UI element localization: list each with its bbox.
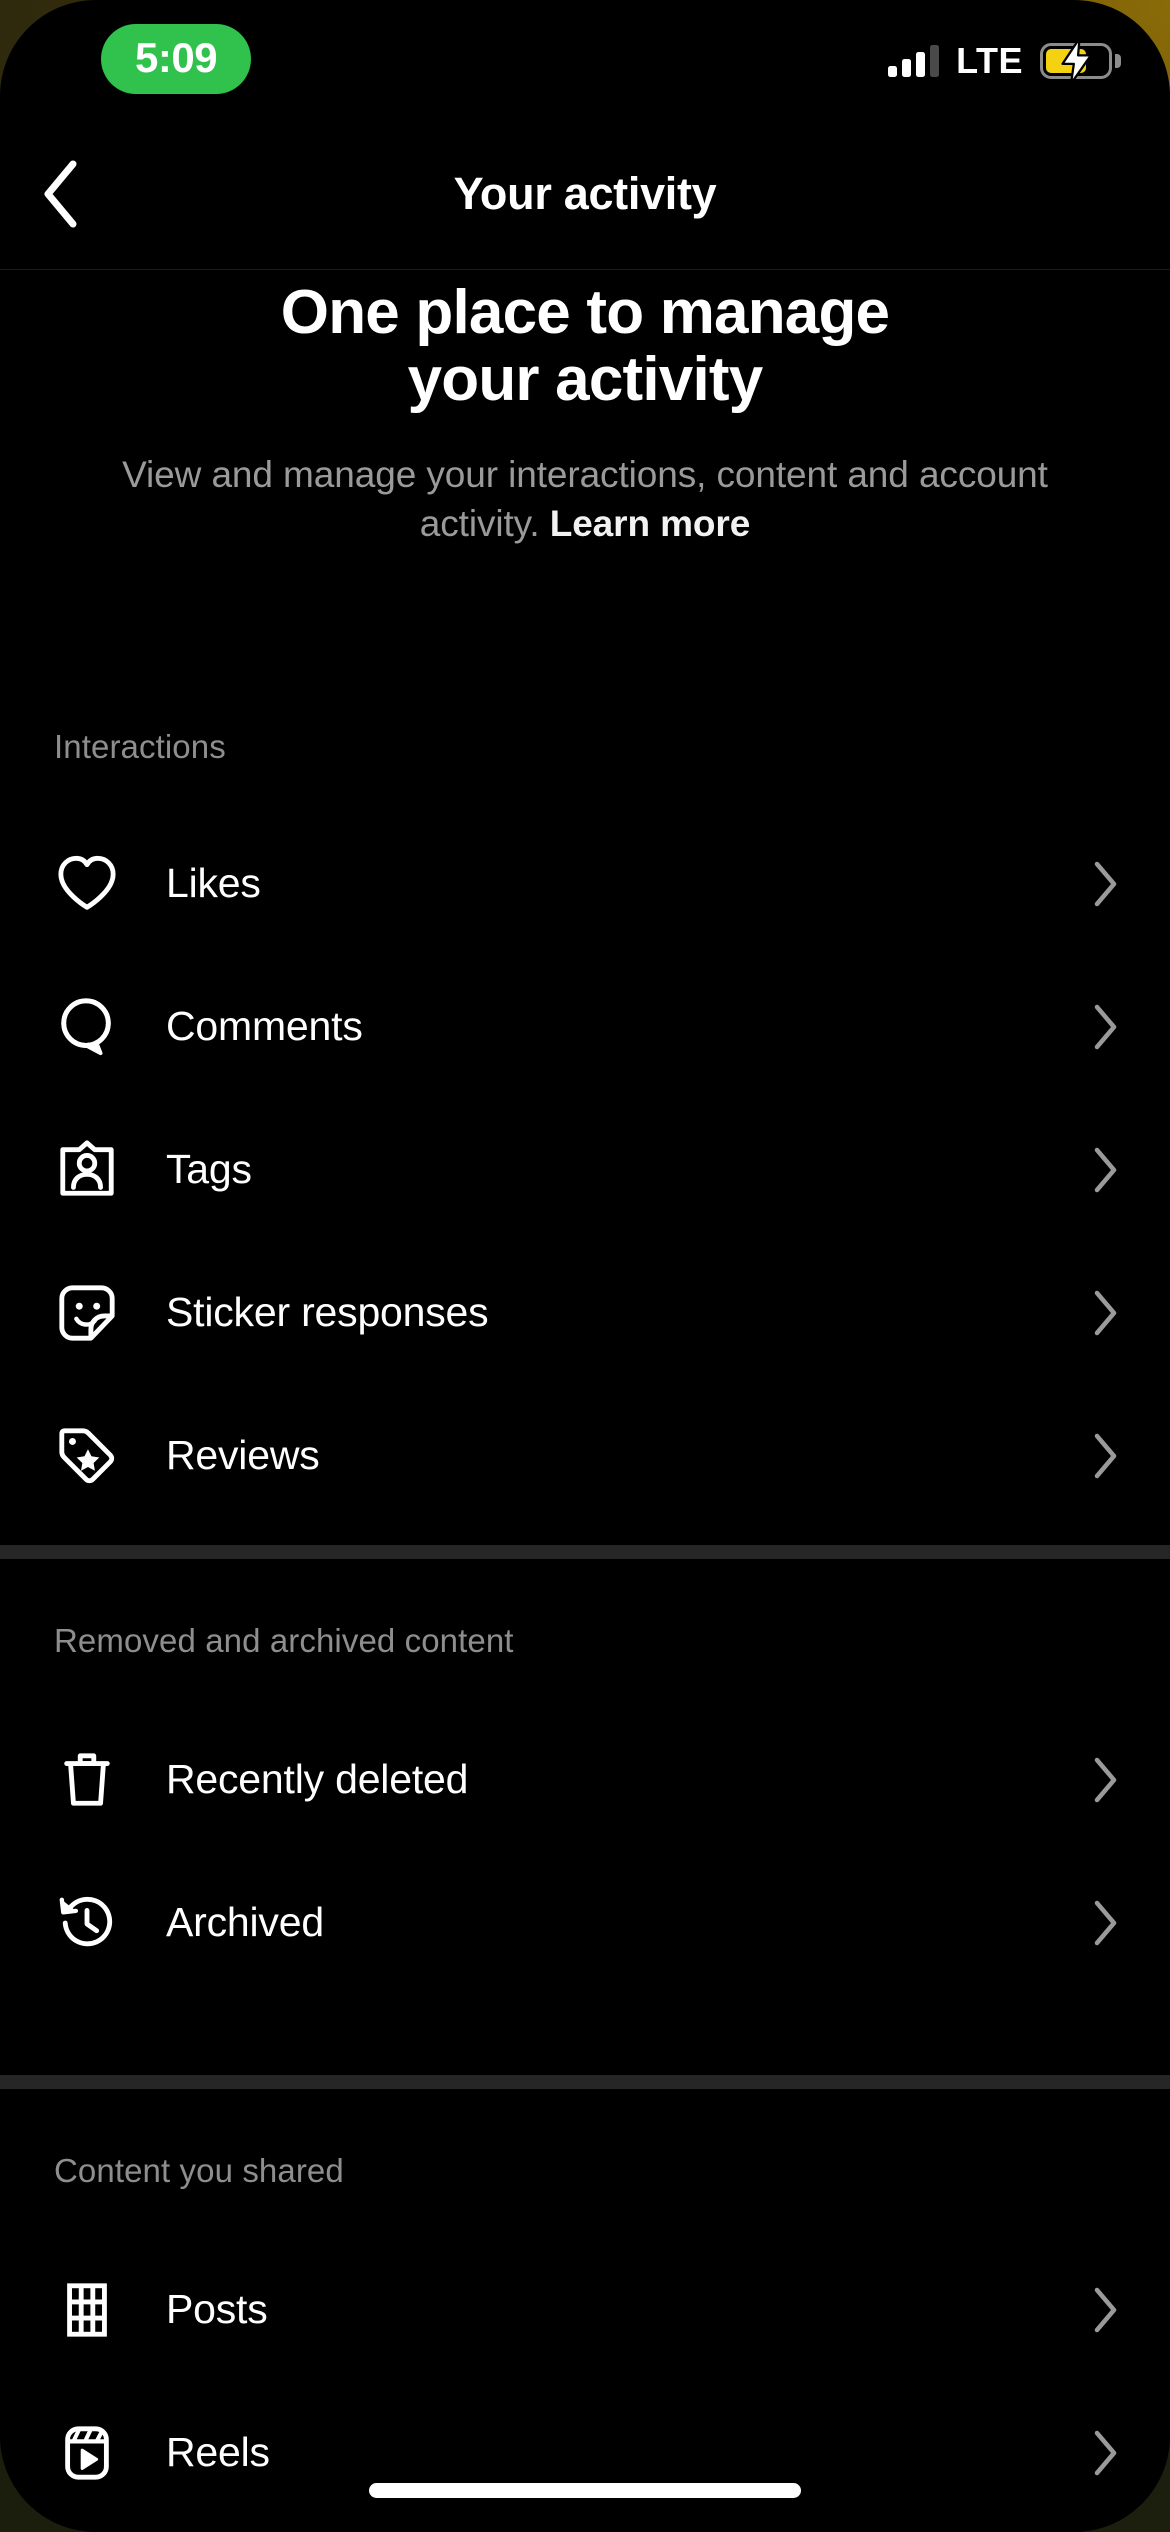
clock-history-icon: [54, 1890, 120, 1956]
hero-block: One place to manage your activity View a…: [0, 278, 1170, 548]
chevron-right-icon: [1084, 1147, 1128, 1192]
signal-icon: [888, 45, 940, 77]
battery-charging-icon: [1040, 38, 1121, 84]
page-title: Your activity: [453, 168, 717, 219]
list-item-label: Posts: [166, 2286, 268, 2332]
chevron-right-icon: [1084, 861, 1128, 906]
chevron-right-icon: [1084, 2287, 1128, 2332]
heart-icon: [54, 851, 120, 917]
section-heading-content-you-shared: Content you shared: [54, 2152, 344, 2189]
hero-subtitle: View and manage your interactions, conte…: [78, 450, 1092, 548]
section-removed-archived: Removed and archived content Recently de…: [0, 1622, 1170, 1994]
home-indicator[interactable]: [369, 2483, 801, 2498]
chevron-right-icon: [1084, 1004, 1128, 1049]
list-item-label: Reviews: [166, 1432, 320, 1478]
status-time-pill: 5:09: [101, 24, 252, 94]
list-item-reviews[interactable]: Reviews: [0, 1384, 1170, 1527]
comment-bubble-icon: [54, 994, 120, 1060]
phone-screen: 5:09 LTE Your activity One place to mana…: [0, 0, 1170, 2532]
navigation-bar: Your activity: [0, 118, 1170, 270]
section-heading-removed-archived: Removed and archived content: [54, 1622, 514, 1659]
back-button[interactable]: [18, 151, 104, 237]
sticker-smiley-icon: [54, 1280, 120, 1346]
hero-title-line-1: One place to manage: [280, 278, 890, 347]
chevron-right-icon: [1084, 1900, 1128, 1945]
network-type-label: LTE: [956, 40, 1023, 81]
list-item-reels[interactable]: Reels: [0, 2381, 1170, 2524]
list-item-label: Likes: [166, 860, 261, 906]
trash-icon: [54, 1747, 120, 1813]
section-content-you-shared: Content you shared Posts Reels: [0, 2152, 1170, 2524]
price-tag-star-icon: [54, 1423, 120, 1489]
list-item-label: Reels: [166, 2429, 270, 2475]
list-item-tags[interactable]: Tags: [0, 1098, 1170, 1241]
chevron-left-icon: [44, 160, 77, 228]
list-item-archived[interactable]: Archived: [0, 1851, 1170, 1994]
list-item-likes[interactable]: Likes: [0, 812, 1170, 955]
nav-bottom-rule: [0, 269, 1170, 270]
list-item-label: Comments: [166, 1003, 363, 1049]
list-item-recently-deleted[interactable]: Recently deleted: [0, 1708, 1170, 1851]
status-indicators: LTE: [888, 38, 1121, 84]
grid-icon: [54, 2277, 120, 2343]
chevron-right-icon: [1084, 1290, 1128, 1335]
tag-person-icon: [54, 1137, 120, 1203]
section-interactions: Interactions Likes Comments Tags Sticker…: [0, 728, 1170, 1527]
list-item-posts[interactable]: Posts: [0, 2238, 1170, 2381]
list-item-label: Archived: [166, 1899, 324, 1945]
hero-title-line-2: your activity: [407, 344, 764, 414]
charging-bolt-icon: [1061, 38, 1092, 84]
list-item-label: Sticker responses: [166, 1289, 489, 1335]
chevron-right-icon: [1084, 2430, 1128, 2475]
reels-play-icon: [54, 2420, 120, 2486]
list-item-sticker-responses[interactable]: Sticker responses: [0, 1241, 1170, 1384]
section-heading-interactions: Interactions: [54, 728, 226, 765]
section-divider: [0, 2075, 1170, 2089]
chevron-right-icon: [1084, 1433, 1128, 1478]
list-item-comments[interactable]: Comments: [0, 955, 1170, 1098]
section-divider: [0, 1545, 1170, 1559]
status-bar: 5:09 LTE: [0, 0, 1170, 118]
learn-more-link[interactable]: Learn more: [550, 503, 751, 544]
hero-title: One place to manage your activity: [78, 278, 1092, 414]
chevron-right-icon: [1084, 1757, 1128, 1802]
list-item-label: Tags: [166, 1146, 252, 1192]
list-item-label: Recently deleted: [166, 1756, 469, 1802]
